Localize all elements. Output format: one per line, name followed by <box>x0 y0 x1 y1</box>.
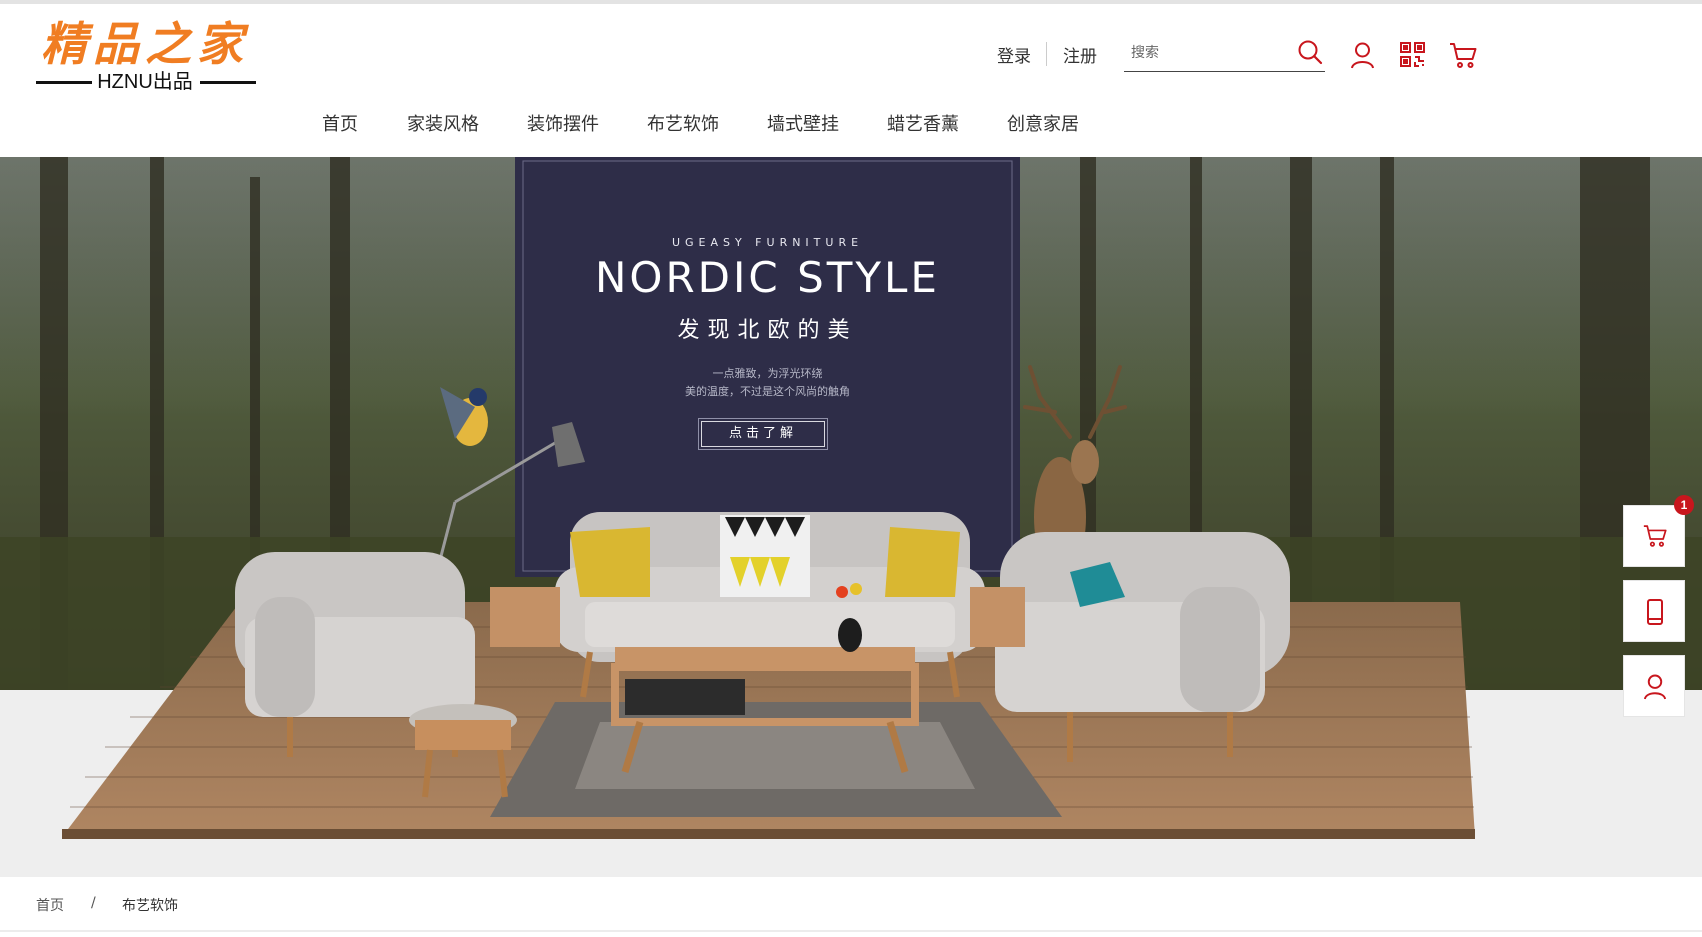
search-icon[interactable] <box>1297 39 1323 65</box>
banner-title: NORDIC STYLE <box>595 253 940 302</box>
mobile-phone-icon <box>1647 599 1663 625</box>
nav-item-creative-home[interactable]: 创意家居 <box>1007 110 1079 136</box>
banner-tagline-2: 美的温度，不过是这个风尚的触角 <box>685 385 850 398</box>
nav-item-fabric[interactable]: 布艺软饰 <box>647 110 719 136</box>
banner-cta-button[interactable]: 点击了解 <box>698 418 828 450</box>
nav-item-home[interactable]: 首页 <box>322 110 358 136</box>
logo-rule-right <box>200 81 256 84</box>
login-link[interactable]: 登录 <box>997 42 1031 67</box>
user-icon <box>1643 674 1667 700</box>
qr-code-icon[interactable] <box>1400 42 1425 67</box>
side-cart-button[interactable] <box>1623 505 1685 567</box>
cart-icon <box>1643 525 1667 547</box>
top-border <box>0 0 1702 4</box>
bottom-border <box>0 930 1702 932</box>
auth-divider <box>1046 42 1047 66</box>
nav-item-decor[interactable]: 装饰摆件 <box>527 110 599 136</box>
nav-item-candles[interactable]: 蜡艺香薰 <box>887 110 959 136</box>
banner-tagline-1: 一点雅致，为浮光环绕 <box>712 367 823 380</box>
logo-subtitle: HZNU出品 <box>97 71 193 93</box>
nav-item-home-style[interactable]: 家装风格 <box>407 110 479 136</box>
register-link[interactable]: 注册 <box>1063 42 1097 67</box>
breadcrumb-current: 布艺软饰 <box>122 898 178 914</box>
main-nav: 首页 家装风格 装饰摆件 布艺软饰 墙式壁挂 蜡艺香薰 创意家居 <box>0 110 1702 140</box>
cart-icon[interactable] <box>1449 42 1477 69</box>
breadcrumb-home-link[interactable]: 首页 <box>36 895 64 915</box>
search-input[interactable] <box>1131 40 1291 66</box>
cart-count-badge: 1 <box>1674 495 1694 515</box>
banner-subtitle: 发现北欧的美 <box>677 318 858 343</box>
side-mobile-button[interactable] <box>1623 580 1685 642</box>
logo-rule-left <box>36 81 92 84</box>
user-icon[interactable] <box>1350 42 1375 69</box>
search-box <box>1124 38 1325 72</box>
side-user-button[interactable] <box>1623 655 1685 717</box>
banner-brand: UGEASY FURNITURE <box>671 236 864 249</box>
logo-title: 精品之家 <box>41 17 249 71</box>
nav-item-wall-decor[interactable]: 墙式壁挂 <box>767 110 839 136</box>
site-logo[interactable]: 精品之家 HZNU出品 <box>34 18 256 94</box>
breadcrumb-separator: / <box>91 895 96 911</box>
hero-banner[interactable]: UGEASY FURNITURE NORDIC STYLE 发现北欧的美 一点雅… <box>0 157 1702 877</box>
